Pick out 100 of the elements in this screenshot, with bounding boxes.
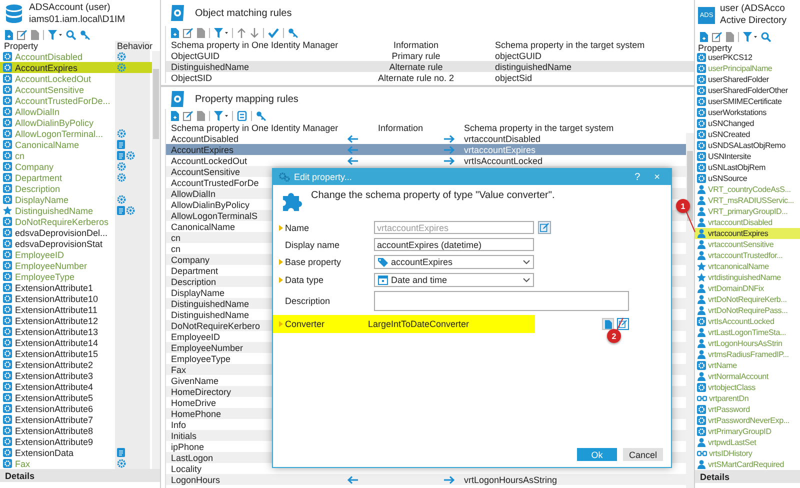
list-item[interactable]: ExtensionAttribute2 <box>0 359 152 370</box>
edit-button[interactable] <box>617 318 629 330</box>
list-item[interactable]: ExtensionAttribute5 <box>0 392 152 403</box>
edit-icon[interactable] <box>712 32 722 42</box>
down-arrow-icon[interactable] <box>250 28 259 38</box>
delete-icon[interactable] <box>726 32 734 42</box>
property-name: vrtmsRadiusFramedIP... <box>708 350 789 359</box>
property-name: vrtName <box>708 361 737 370</box>
list-item[interactable]: ExtensionAttribute1 <box>0 282 152 293</box>
table-cell-text: objectSid <box>494 72 534 82</box>
scrollbar[interactable] <box>152 51 160 469</box>
column-header[interactable]: Schema property in One Identity Manager <box>166 40 341 50</box>
search-icon[interactable] <box>761 32 771 42</box>
list-item[interactable]: ExtensionAttribute15 <box>0 348 152 359</box>
new-document-icon[interactable] <box>5 30 13 40</box>
key-icon[interactable] <box>80 30 90 40</box>
filter-icon[interactable] <box>48 30 62 40</box>
list-item[interactable]: userWorkstations <box>695 107 800 118</box>
list-item[interactable]: ExtensionAttribute10 <box>0 293 152 304</box>
list-item[interactable]: ExtensionAttribute12 <box>0 315 152 326</box>
description-field[interactable] <box>374 291 629 311</box>
column-header[interactable]: Information <box>341 40 491 50</box>
list-item[interactable]: ExtensionAttribute11 <box>0 304 152 315</box>
new-document-icon[interactable] <box>171 110 179 120</box>
list-item[interactable]: ExtensionAttribute13 <box>0 326 152 337</box>
list-item[interactable]: ExtensionAttribute8 <box>0 425 152 436</box>
search-icon[interactable] <box>66 30 76 40</box>
check-icon[interactable] <box>268 28 279 38</box>
input-field[interactable]: accountExpires (datetime) <box>374 238 534 251</box>
table-row[interactable]: ObjectSID Alternate rule no. 2 objectSid <box>166 72 694 83</box>
gear-tile-icon <box>3 173 12 182</box>
property-name: ExtensionAttribute7 <box>15 414 94 424</box>
table-row[interactable]: AccountLockedOut vrtIsAccountLocked <box>166 155 686 166</box>
list-item[interactable]: userPKCS12 <box>695 52 800 63</box>
filter-icon[interactable] <box>214 28 228 38</box>
up-arrow-icon[interactable] <box>237 28 246 38</box>
cancel-button[interactable]: Cancel <box>623 448 663 461</box>
list-item[interactable]: uSNSource <box>695 173 800 184</box>
filter-icon[interactable] <box>743 32 757 42</box>
list-item[interactable]: vrtaccountExpires <box>695 228 800 239</box>
column-header[interactable]: Property <box>0 41 115 51</box>
details-header[interactable]: Details <box>0 469 160 482</box>
table-row[interactable]: AccountExpires vrtaccountExpires <box>166 144 686 155</box>
list-item[interactable]: ExtensionAttribute7 <box>0 414 152 425</box>
edit-icon[interactable] <box>183 110 193 120</box>
list-item[interactable]: ExtensionAttribute9 <box>0 436 152 447</box>
column-header[interactable]: Behavior <box>115 41 150 51</box>
edit-icon[interactable] <box>17 30 27 40</box>
table-row[interactable]: AccountDisabled vrtaccountDisabled <box>166 133 686 144</box>
gear-tile-icon <box>3 294 12 303</box>
list-item[interactable]: ExtensionAttribute6 <box>0 403 152 414</box>
column-header[interactable]: Schema property in One Identity Manager <box>166 122 341 132</box>
table-cell: Company <box>171 254 210 264</box>
list-item[interactable]: AccountExpires <box>0 62 152 73</box>
delete-icon[interactable] <box>197 110 205 120</box>
list-item[interactable]: edsvaDeprovisionDel... <box>0 227 152 238</box>
dropdown[interactable]: Date and time <box>374 273 534 287</box>
column-header[interactable]: Information <box>363 122 438 132</box>
delete-icon[interactable] <box>31 30 39 40</box>
scroll-icon <box>169 3 187 23</box>
column-header[interactable]: Schema property in the target system <box>460 122 694 132</box>
list-item[interactable]: uSNDSALastObjRemo <box>695 140 800 151</box>
table-row[interactable]: DistinguishedName Alternate rule distinguishedName <box>166 61 694 72</box>
property-name: ExtensionAttribute14 <box>15 338 98 348</box>
list-item[interactable]: uSNCreated <box>695 129 800 140</box>
delete-icon[interactable] <box>197 28 205 38</box>
list-item[interactable]: uSNChanged <box>695 118 800 129</box>
new-document-icon[interactable] <box>700 32 708 42</box>
property-name: userSMIMECertificate <box>708 97 782 106</box>
key-icon[interactable] <box>256 110 266 120</box>
dropdown[interactable]: accountExpires <box>374 255 534 269</box>
list-item[interactable]: userSharedFolder <box>695 74 800 85</box>
property-name: AccountSensitive <box>15 84 84 94</box>
list-item[interactable]: userSharedFolderOther <box>695 85 800 96</box>
scrollbar[interactable] <box>686 133 694 488</box>
property-name: AccountExpires <box>15 62 78 72</box>
gear-tile-icon <box>3 239 12 248</box>
document-icon <box>117 448 125 457</box>
list-item[interactable]: USNIntersite <box>695 151 800 162</box>
key-icon[interactable] <box>288 28 298 38</box>
edit-icon[interactable] <box>183 28 193 38</box>
property-name: EmployeeID <box>15 250 64 260</box>
new-document-icon[interactable] <box>171 28 179 38</box>
column-header[interactable]: Property <box>695 42 732 52</box>
list-item[interactable]: uSNLastObjRem <box>695 162 800 173</box>
list-item[interactable]: edsvaDeprovisionStat <box>0 238 152 249</box>
new-button[interactable] <box>602 318 614 330</box>
list-item[interactable]: userSMIMECertificate <box>695 96 800 107</box>
list-item[interactable]: ExtensionAttribute3 <box>0 370 152 381</box>
list-item[interactable]: ExtensionData <box>0 447 152 458</box>
table-row[interactable]: LogonHours vrtLogonHoursAsString <box>166 474 686 485</box>
column-header[interactable]: Schema property in the target system <box>491 40 694 50</box>
property-name: cn <box>15 150 25 160</box>
table-row[interactable]: ObjectGUID Primary rule objectGUID <box>166 50 694 61</box>
details-header[interactable]: Details <box>695 470 800 483</box>
edit-button[interactable] <box>538 221 551 234</box>
list-item[interactable]: ExtensionAttribute4 <box>0 381 152 392</box>
list-item[interactable]: ExtensionAttribute14 <box>0 337 152 348</box>
gear-tile-icon <box>697 174 706 183</box>
filter-icon[interactable] <box>214 110 228 120</box>
